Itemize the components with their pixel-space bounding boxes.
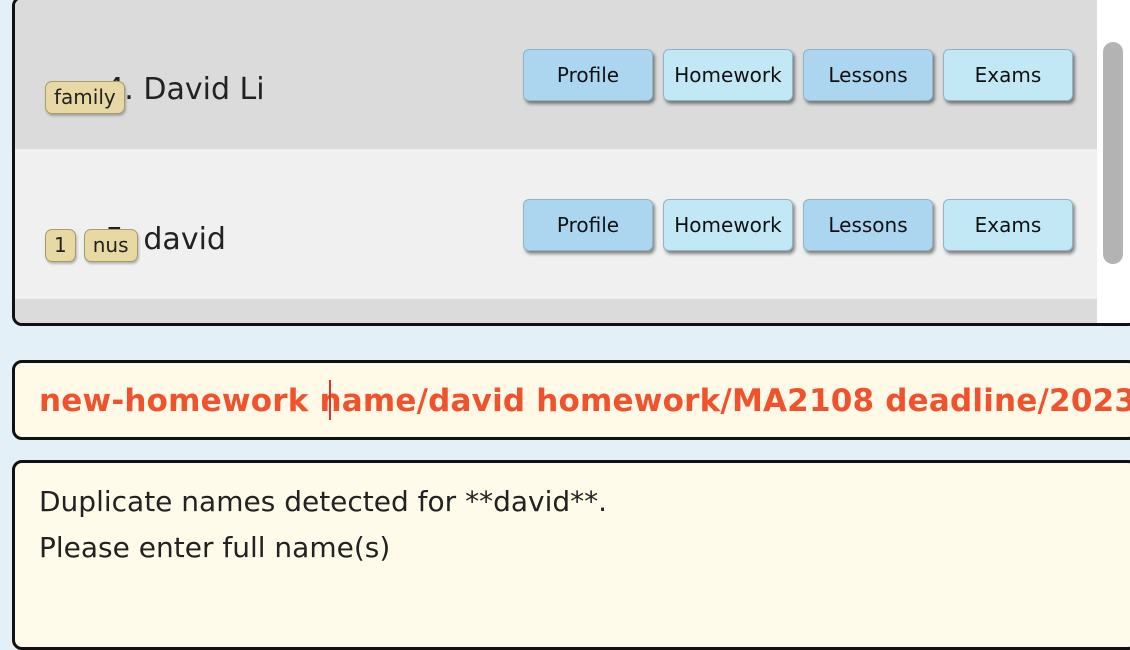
list-scrollbar[interactable]: [1097, 0, 1130, 323]
text-caret: [329, 380, 331, 420]
person-name-text: david: [143, 222, 226, 257]
tag-1: 1: [45, 229, 76, 262]
result-message-line: Duplicate names detected for **david**.: [39, 485, 608, 518]
scrollbar-thumb[interactable]: [1103, 42, 1123, 264]
lessons-button[interactable]: Lessons: [803, 199, 933, 251]
profile-button[interactable]: Profile: [523, 199, 653, 251]
lessons-button[interactable]: Lessons: [803, 49, 933, 101]
homework-button[interactable]: Homework: [663, 49, 793, 101]
person-actions: Profile Homework Lessons Exams: [523, 199, 1073, 251]
person-list-panel[interactable]: 4. David Li family Profile Homework Less…: [12, 0, 1130, 326]
tag-list: family: [45, 81, 125, 114]
command-box[interactable]: new-homework name/david homework/MA2108 …: [12, 360, 1130, 440]
person-name-text: David Li: [143, 72, 265, 107]
homework-button[interactable]: Homework: [663, 199, 793, 251]
profile-button[interactable]: Profile: [523, 49, 653, 101]
tag-nus: nus: [83, 229, 138, 262]
result-display: Duplicate names detected for **david**. …: [12, 460, 1130, 650]
exams-button[interactable]: Exams: [943, 49, 1073, 101]
command-input[interactable]: new-homework name/david homework/MA2108 …: [39, 383, 1130, 419]
tag-list: 1 nus: [45, 229, 138, 262]
tag-family: family: [45, 81, 125, 114]
result-message-line: Please enter full name(s): [39, 531, 391, 564]
exams-button[interactable]: Exams: [943, 199, 1073, 251]
person-card[interactable]: 4. David Li family Profile Homework Less…: [15, 0, 1099, 149]
person-card[interactable]: 5. david 1 nus Profile Homework Lessons …: [15, 149, 1099, 299]
person-actions: Profile Homework Lessons Exams: [523, 49, 1073, 101]
person-card-partial: [15, 299, 1099, 323]
